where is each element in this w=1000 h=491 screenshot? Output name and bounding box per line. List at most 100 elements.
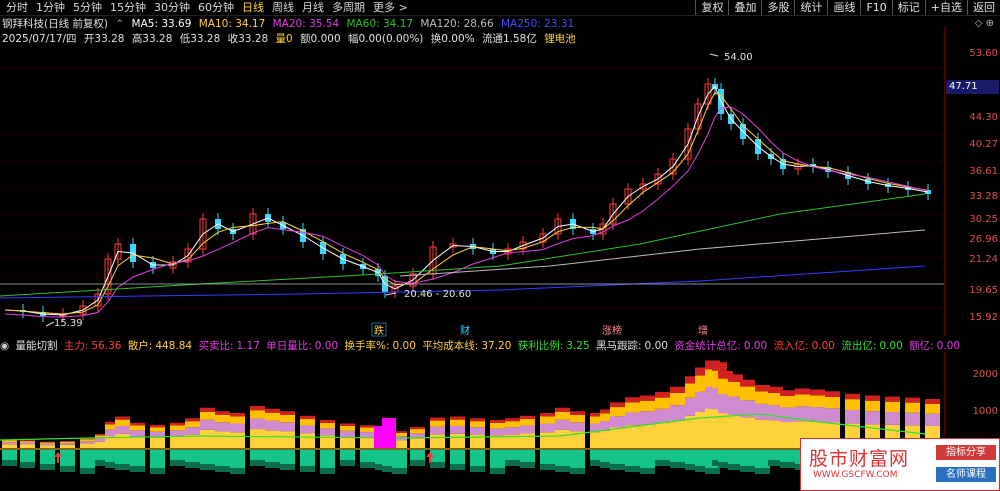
- tab-5min[interactable]: 5分钟: [69, 1, 106, 15]
- ma120-value: MA120: 28.66: [420, 18, 494, 30]
- stack-bar: [170, 425, 185, 431]
- ma250-value: MA250: 23.31: [500, 18, 575, 30]
- outflow-bar: [340, 450, 355, 460]
- stack-bar: [250, 406, 265, 411]
- stack-bar: [40, 442, 55, 444]
- indicator-settings-icon[interactable]: ◉: [0, 340, 9, 352]
- outflow-bar: [60, 450, 75, 466]
- high-annotation: 54.00: [724, 52, 753, 63]
- outflow-bar: [490, 468, 505, 474]
- outflow-bar: [300, 450, 315, 466]
- tab-60min[interactable]: 60分钟: [194, 1, 238, 15]
- stack-bar: [795, 394, 810, 407]
- settings-chevron-icon[interactable]: ⌃: [115, 18, 124, 30]
- ma60-line: [0, 193, 926, 297]
- stack-bar: [60, 441, 75, 444]
- back-button[interactable]: 返回: [967, 0, 1000, 15]
- stack-bar: [360, 427, 375, 433]
- tab-weekly[interactable]: 周线: [268, 1, 298, 15]
- stack-bar: [360, 432, 375, 438]
- stack-bar: [40, 443, 55, 446]
- outflow-bar: [185, 450, 200, 462]
- add-favorite-button[interactable]: +自选: [924, 0, 967, 15]
- price-tick: 15.92: [969, 312, 998, 323]
- overlay-button[interactable]: 叠加: [728, 0, 761, 15]
- price-tick: 30.25: [969, 214, 998, 225]
- outflow-bar: [755, 468, 770, 474]
- tab-daily[interactable]: 日线: [238, 1, 268, 15]
- outflow-bar: [570, 468, 585, 474]
- stack-bar: [200, 429, 215, 448]
- stack-bar: [340, 436, 355, 448]
- stack-bar: [740, 379, 755, 387]
- outflow-bar: [410, 460, 425, 466]
- outflow-bar: [115, 464, 130, 470]
- stack-bar: [150, 437, 165, 448]
- stock-title[interactable]: 钢拜科技(日线 前复权): [2, 18, 108, 30]
- stack-bar: [885, 401, 900, 412]
- outflow-bar: [230, 450, 245, 468]
- stack-bar: [430, 426, 445, 435]
- stack-bar: [20, 442, 35, 445]
- tab-more[interactable]: 更多 >: [369, 1, 412, 15]
- outflow-bar: [2, 460, 17, 466]
- event-tag-zhangbang[interactable]: 涨榜: [602, 324, 622, 337]
- tab-monthly[interactable]: 月线: [298, 1, 328, 15]
- draw-line-button[interactable]: 画线: [827, 0, 860, 15]
- stack-bar: [610, 402, 625, 408]
- stack-bar: [810, 395, 825, 408]
- price-axis: 53.60 47.71 44.30 40.27 36.61 33.28 30.2…: [944, 26, 1000, 336]
- ind-value: 0.00: [644, 340, 668, 352]
- moving-averages: [0, 85, 944, 318]
- ma20-value: MA20: 35.54: [272, 18, 340, 30]
- stack-bar: [655, 392, 670, 398]
- stack-bar: [410, 438, 425, 448]
- event-tag-zeng[interactable]: 增: [698, 324, 708, 337]
- stack-bar: [130, 430, 145, 437]
- outflow-bar: [230, 468, 245, 474]
- event-tag-die[interactable]: 跌: [374, 324, 384, 337]
- stack-bar: [215, 414, 230, 423]
- stack-bar: [925, 399, 940, 404]
- kline-chart[interactable]: 54.00 15.39 20.46 - 20.60 跌 财 涨榜 增: [0, 44, 944, 340]
- fuquan-button[interactable]: 复权: [695, 0, 728, 15]
- tab-15min[interactable]: 15分钟: [106, 1, 150, 15]
- stack-bar: [200, 419, 215, 430]
- stack-bar: [490, 420, 505, 423]
- stack-bar: [905, 397, 920, 403]
- outflow-bar: [610, 450, 625, 464]
- indicator-title[interactable]: 量能切割: [16, 340, 58, 352]
- outflow-bar: [360, 450, 375, 462]
- outflow-bar: [392, 450, 407, 468]
- stack-bar: [115, 433, 130, 448]
- multi-stock-button[interactable]: 多股: [761, 0, 794, 15]
- ma10-line: [4, 91, 929, 315]
- mark-button[interactable]: 标记: [891, 0, 925, 15]
- outflow-bar: [215, 466, 230, 472]
- stack-bar: [655, 408, 670, 423]
- ind-value: 37.20: [481, 340, 512, 352]
- ind-label: 买卖比:: [198, 340, 234, 352]
- stack-bar: [505, 421, 520, 428]
- ind-label: 平均成本线:: [422, 340, 479, 352]
- stack-bar: [80, 439, 95, 442]
- stack-bar: [250, 410, 265, 419]
- f10-button[interactable]: F10: [860, 0, 891, 15]
- stack-bar: [450, 419, 465, 426]
- stack-bar: [20, 441, 35, 443]
- outflow-bar: [780, 462, 795, 468]
- tab-fenshi[interactable]: 分时: [2, 1, 32, 15]
- stack-bar: [795, 388, 810, 395]
- event-tag-cai[interactable]: 财: [460, 324, 470, 337]
- stack-bar: [300, 433, 315, 448]
- stack-bar: [825, 391, 840, 397]
- stack-bar: [410, 429, 425, 434]
- current-price-box: 47.71: [946, 80, 999, 94]
- statistics-button[interactable]: 统计: [794, 0, 827, 15]
- tab-multi-period[interactable]: 多周期: [328, 1, 369, 15]
- tab-30min[interactable]: 30分钟: [150, 1, 194, 15]
- stack-bar: [340, 430, 355, 437]
- tab-1min[interactable]: 1分钟: [32, 1, 69, 15]
- watermark-title: 股市财富网: [809, 448, 910, 470]
- stack-bar: [540, 416, 555, 424]
